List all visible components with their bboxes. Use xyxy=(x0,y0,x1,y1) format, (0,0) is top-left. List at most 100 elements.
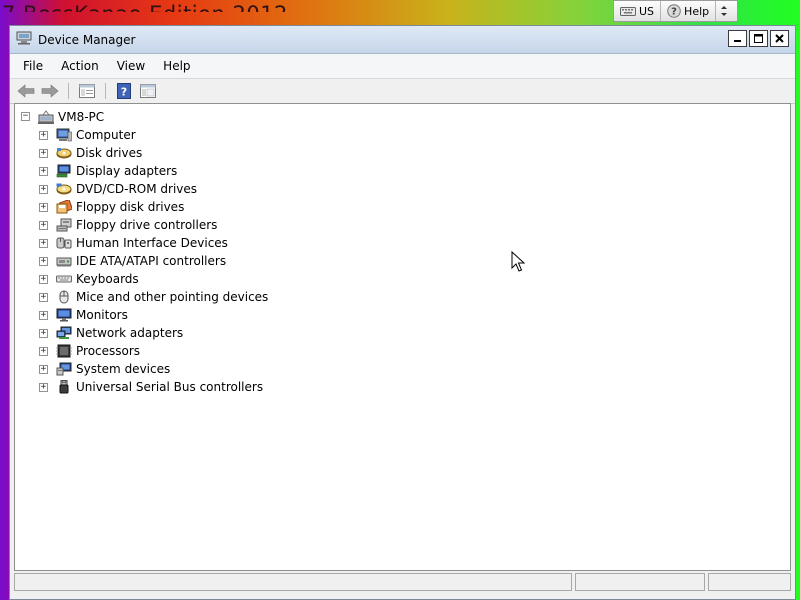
language-bar-options-button[interactable] xyxy=(716,1,732,21)
expand-toggle[interactable]: + xyxy=(39,166,48,176)
menu-bar: File Action View Help xyxy=(10,54,795,78)
tree-root-node[interactable]: − VM8-PC xyxy=(21,108,104,125)
network-adapter-icon xyxy=(56,325,72,341)
ide-controller-icon xyxy=(56,253,72,269)
title-bar[interactable]: Device Manager xyxy=(10,26,795,54)
back-button[interactable] xyxy=(16,82,36,100)
toolbar-separator xyxy=(68,83,69,99)
tree-category-system-devices[interactable]: + System devices xyxy=(39,360,170,378)
keyboard-icon xyxy=(620,5,636,17)
menu-action[interactable]: Action xyxy=(52,54,108,78)
maximize-button[interactable] xyxy=(749,30,768,47)
mouse-icon xyxy=(56,289,72,305)
expand-toggle[interactable]: + xyxy=(39,130,48,140)
menu-file[interactable]: File xyxy=(14,54,52,78)
computer-network-icon xyxy=(38,109,54,125)
tree-category-display-adapters[interactable]: + Display adapters xyxy=(39,162,177,180)
window-title: Device Manager xyxy=(38,32,136,47)
properties-button[interactable] xyxy=(77,82,97,100)
expand-toggle[interactable]: + xyxy=(39,310,48,320)
collapse-toggle[interactable]: − xyxy=(21,112,30,121)
tree-item-label: System devices xyxy=(76,362,171,376)
tree-item-label: Floppy drive controllers xyxy=(76,218,218,232)
toolbar: ? xyxy=(10,78,795,104)
computer-icon xyxy=(56,127,72,143)
close-icon xyxy=(775,34,784,43)
svg-text:?: ? xyxy=(121,86,127,99)
tree-item-label: Disk drives xyxy=(76,146,143,160)
minimize-icon xyxy=(734,40,741,42)
floppy-controller-icon xyxy=(56,217,72,233)
expand-toggle[interactable]: + xyxy=(39,202,48,212)
disk-drive-icon xyxy=(56,145,72,161)
device-manager-icon xyxy=(16,31,32,48)
status-cell-tertiary xyxy=(708,573,791,591)
help-button[interactable]: ? Help xyxy=(661,1,717,21)
expand-toggle[interactable]: + xyxy=(39,220,48,230)
expand-toggle[interactable]: + xyxy=(39,238,48,248)
tree-category-network-adapters[interactable]: + Network adapters xyxy=(39,324,183,342)
floppy-disk-icon xyxy=(56,199,72,215)
expand-toggle[interactable]: + xyxy=(39,148,48,158)
menu-help[interactable]: Help xyxy=(154,54,199,78)
tree-category-computer[interactable]: + Computer xyxy=(39,126,136,144)
tree-category-floppy-drive-controllers[interactable]: + Floppy drive controllers xyxy=(39,216,217,234)
tree-item-label: Display adapters xyxy=(76,164,178,178)
help-toolbar-button[interactable]: ? xyxy=(114,82,134,100)
expand-toggle[interactable]: + xyxy=(39,184,48,194)
toolbar-separator xyxy=(105,83,106,99)
monitor-icon xyxy=(56,307,72,323)
language-indicator[interactable]: US xyxy=(614,1,662,21)
expand-toggle[interactable]: + xyxy=(39,364,48,374)
tree-category-dvd-cd-rom-drives[interactable]: + DVD/CD-ROM drives xyxy=(39,180,197,198)
tree-item-label: Human Interface Devices xyxy=(76,236,228,250)
status-bar xyxy=(14,573,791,593)
usb-icon xyxy=(56,379,72,395)
display-adapter-icon xyxy=(56,163,72,179)
tree-category-disk-drives[interactable]: + Disk drives xyxy=(39,144,142,162)
back-arrow-icon xyxy=(17,84,35,98)
show-hide-console-icon xyxy=(140,84,156,98)
tree-item-label: Keyboards xyxy=(76,272,139,286)
show-hide-console-tree-button[interactable] xyxy=(138,82,158,100)
mouse-cursor-icon xyxy=(511,251,525,272)
tree-item-label: Floppy disk drives xyxy=(76,200,185,214)
maximize-icon xyxy=(754,34,763,43)
expand-toggle[interactable]: + xyxy=(39,382,48,392)
expand-toggle[interactable]: + xyxy=(39,292,48,302)
tree-item-label: Mice and other pointing devices xyxy=(76,290,269,304)
status-cell-secondary xyxy=(575,573,705,591)
tree-item-label: IDE ATA/ATAPI controllers xyxy=(76,254,227,268)
expand-toggle[interactable]: + xyxy=(39,256,48,266)
forward-button[interactable] xyxy=(40,82,60,100)
hid-icon xyxy=(56,235,72,251)
device-tree[interactable]: − VM8-PC + Computer + Disk drives + Display a… xyxy=(14,103,791,571)
tree-category-monitors[interactable]: + Monitors xyxy=(39,306,128,324)
properties-icon xyxy=(79,84,95,98)
close-button[interactable] xyxy=(770,30,789,47)
root-label: VM8-PC xyxy=(58,109,105,124)
help-icon: ? xyxy=(117,83,131,99)
tree-item-label: Monitors xyxy=(76,308,128,322)
processor-icon xyxy=(56,343,72,359)
tree-category-ide-ata-atapi-controllers[interactable]: + IDE ATA/ATAPI controllers xyxy=(39,252,226,270)
status-cell-main xyxy=(14,573,572,591)
tree-item-label: Network adapters xyxy=(76,326,184,340)
tree-category-keyboards[interactable]: + Keyboards xyxy=(39,270,139,288)
tree-category-human-interface-devices[interactable]: + Human Interface Devices xyxy=(39,234,228,252)
tree-category-floppy-disk-drives[interactable]: + Floppy disk drives xyxy=(39,198,184,216)
expand-toggle[interactable]: + xyxy=(39,346,48,356)
menu-view[interactable]: View xyxy=(108,54,154,78)
tree-category-universal-serial-bus-controllers[interactable]: + Universal Serial Bus controllers xyxy=(39,378,263,396)
system-devices-icon xyxy=(56,361,72,377)
expand-toggle[interactable]: + xyxy=(39,274,48,284)
help-label: Help xyxy=(684,4,710,18)
tree-category-processors[interactable]: + Processors xyxy=(39,342,140,360)
minimize-button[interactable] xyxy=(728,30,747,47)
tree-item-label: DVD/CD-ROM drives xyxy=(76,182,198,196)
help-icon: ? xyxy=(667,4,681,18)
options-icon xyxy=(720,4,728,18)
tree-category-mice-and-other-pointing-devices[interactable]: + Mice and other pointing devices xyxy=(39,288,268,306)
expand-toggle[interactable]: + xyxy=(39,328,48,338)
svg-text:?: ? xyxy=(671,7,677,18)
